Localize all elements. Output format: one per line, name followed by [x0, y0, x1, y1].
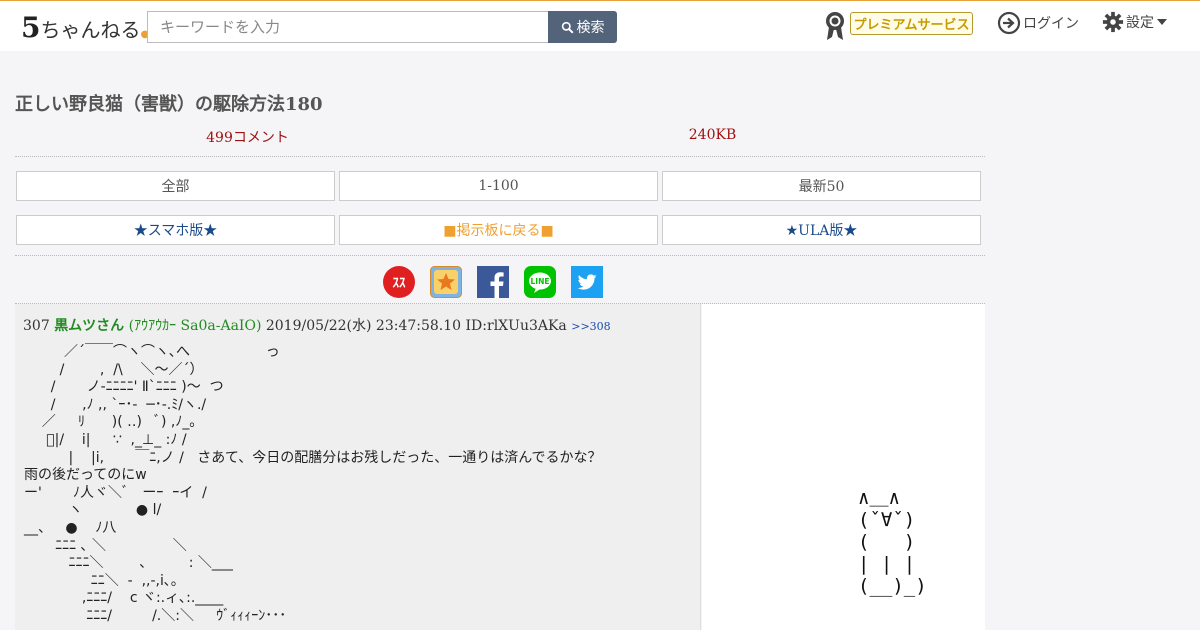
twitter-icon[interactable]	[571, 266, 603, 298]
comment-count: 499コメント	[206, 130, 289, 146]
facebook-icon[interactable]	[477, 266, 509, 298]
ula-version-button[interactable]: ★ULA版★	[662, 215, 981, 245]
cat-line: (ˇ∀ˇ)	[858, 509, 916, 531]
site-logo[interactable]: 5ちゃんねる●	[21, 11, 149, 44]
cat-line: | | |	[858, 553, 916, 575]
logo-number: 5	[21, 11, 41, 44]
view-all-button[interactable]: 全部	[16, 171, 335, 201]
aa-line: 雨の後だってのにw	[24, 467, 147, 484]
search-icon	[561, 21, 573, 33]
aa-line: ／´￣￣⌒ヽ⌒ヽ､へ っ	[24, 344, 280, 360]
aa-line: ﾞ|/ i| ∵ ,_⊥_ :ﾉ /	[24, 431, 187, 448]
divider	[15, 255, 985, 256]
aa-line: / ノ-ﾆﾆﾆﾆ' Ⅱ`ﾆﾆﾆ )〜 つ	[24, 379, 224, 396]
aa-line: ,ﾆﾆﾆ/ c ヾ:.ィ､:.____	[24, 590, 224, 607]
side-ad-panel	[702, 304, 985, 630]
view-range-button[interactable]: 1-100	[339, 171, 658, 201]
post-author: 黒ムツさん	[54, 317, 125, 333]
cat-line: ∧＿∧	[858, 487, 900, 509]
aa-line: ﾆﾆﾆ/ /.＼:＼ ｳﾞｨｨｨｰﾝ･･･	[24, 607, 287, 624]
aa-line: ヽ ● l/	[24, 502, 162, 519]
line-icon[interactable]: LINE	[524, 266, 556, 298]
aa-line: ﾆﾆﾆ ､ ＼ ＼	[24, 537, 187, 554]
5ch-sukusuku-icon[interactable]: ｽｽ	[383, 266, 415, 298]
post-date: 2019/05/22(水) 23:47:58.10	[265, 318, 462, 334]
search-button-label: 検索	[576, 19, 605, 35]
smartphone-version-button[interactable]: ★スマホ版★	[16, 215, 335, 245]
svg-text:ｽｽ: ｽｽ	[393, 276, 407, 291]
search-button[interactable]: 検索	[548, 11, 617, 43]
site-header: 5ちゃんねる● 検索 プレミアムサービス ログイン 設定	[0, 1, 1200, 51]
aa-line: ー' ﾉ人ヾ＼ﾞ ーｰ ｰイ /	[24, 484, 207, 501]
settings-label: 設定	[1126, 14, 1154, 30]
settings-button[interactable]: 設定	[1102, 11, 1167, 33]
cat-line: (__)_)	[858, 575, 927, 597]
post-number[interactable]: 307	[23, 318, 50, 334]
login-button[interactable]: ログイン	[997, 11, 1079, 35]
cat-line: ( )	[858, 531, 916, 553]
gear-icon	[1102, 11, 1124, 33]
aa-line: / , /\ ＼〜／´）	[24, 361, 204, 378]
login-label: ログイン	[1023, 15, 1079, 31]
aa-line: / ,ﾉ ,, `ｰ･- ─･-.ﾐ/ヽ./	[24, 396, 207, 413]
post-body-ascii-art: ／´￣￣⌒ヽ⌒ヽ､へ っ / , /\ ＼〜／´） / ノ-ﾆﾆﾆﾆ' Ⅱ`ﾆﾆ…	[24, 344, 602, 626]
aa-line: | |i, ￣ﾆ,ノ / さあて、今日の配膳分はお残しだった、一通りは済んでるか…	[24, 449, 602, 466]
login-icon	[997, 11, 1021, 35]
svg-text:LINE: LINE	[531, 277, 550, 286]
chevron-down-icon	[1157, 19, 1167, 25]
premium-medal-icon[interactable]	[824, 11, 846, 41]
thread-meta: 499コメント 240KB	[15, 127, 985, 147]
aa-line: ／ ﾘ )( ‥) ﾞ) ,ﾉ_｡	[24, 414, 197, 431]
back-to-board-button[interactable]: ■掲示板に戻る■	[339, 215, 658, 245]
thread-title: 正しい野良猫（害獣）の駆除方法180	[15, 94, 323, 115]
view-latest-button[interactable]: 最新50	[662, 171, 981, 201]
aa-line: __、 ● ﾉ八	[24, 519, 117, 536]
aa-line: ﾆﾆ＼ - ,,-,i､｡	[24, 572, 178, 589]
bookmark-star-icon[interactable]	[430, 266, 462, 298]
cat-ascii-art: ∧＿∧ (ˇ∀ˇ)( ) | | | (__)_)	[858, 487, 927, 597]
search-input[interactable]	[147, 11, 549, 43]
post-id[interactable]: ID:rlXUu3AKa	[466, 318, 567, 334]
premium-service-button[interactable]: プレミアムサービス	[850, 12, 973, 35]
logo-text: ちゃんねる	[40, 18, 141, 42]
divider	[15, 156, 985, 157]
post: 307 黒ムツさん (ｱｳｱｳｶｰ Sa0a-AaIO) 2019/05/22(…	[15, 304, 701, 630]
reply-reference-link[interactable]: >>308	[571, 320, 610, 333]
aa-line: ﾆﾆﾆ＼ 、 : ＼___	[24, 555, 233, 572]
thread-size: 240KB	[688, 127, 737, 143]
post-trip: (ｱｳｱｳｶｰ Sa0a-AaIO)	[128, 318, 262, 334]
post-header: 307 黒ムツさん (ｱｳｱｳｶｰ Sa0a-AaIO) 2019/05/22(…	[23, 315, 611, 335]
